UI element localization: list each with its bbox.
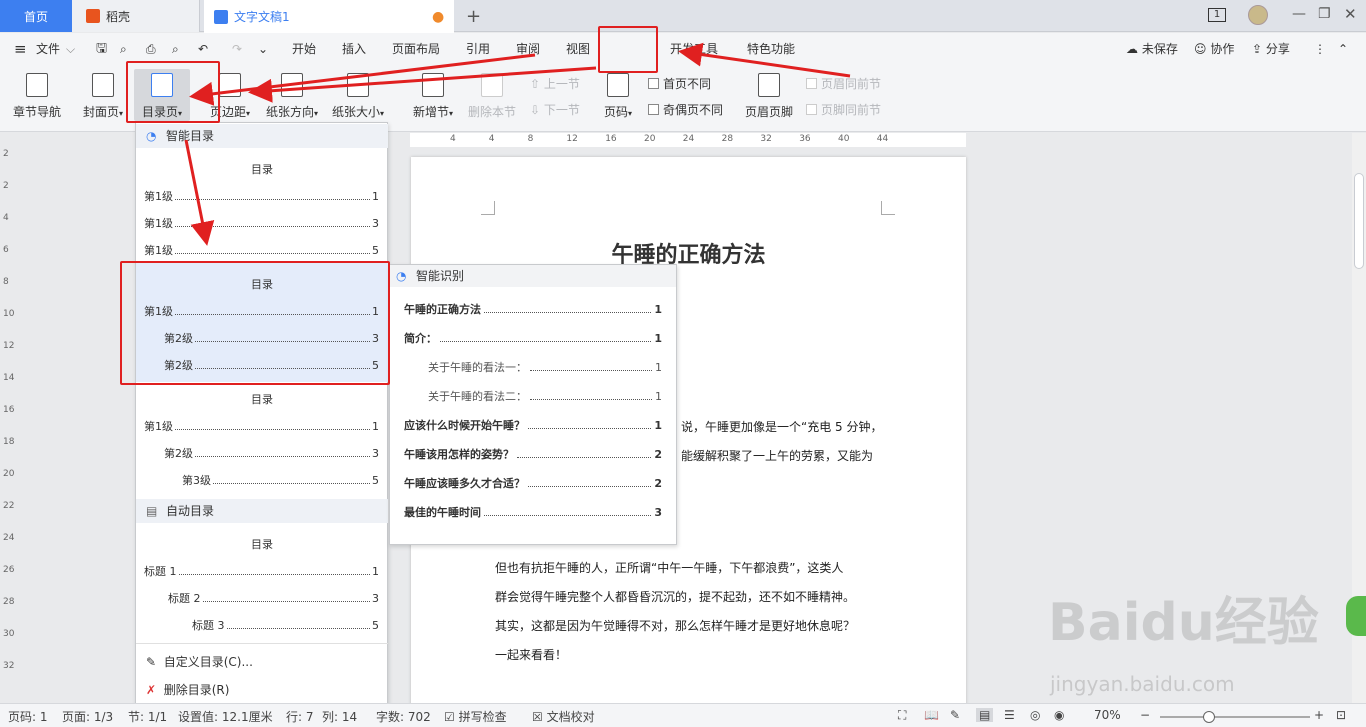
page-view-icon[interactable]: ▤: [976, 708, 994, 722]
status-col: 列: 14: [322, 710, 358, 724]
outline-icon[interactable]: ☰: [1004, 708, 1015, 722]
proofread-label: 文档校对: [546, 710, 595, 724]
arrow-to-style: [184, 139, 215, 246]
status-setting: 设置值: 12.1厘米: [178, 710, 273, 724]
fullscreen-icon[interactable]: ⛶: [898, 708, 906, 723]
status-bar: 页码: 1 页面: 1/3 节: 1/1 设置值: 12.1厘米 行: 7 列:…: [0, 703, 1366, 727]
spell-check-label: 拼写检查: [458, 710, 507, 724]
status-row: 行: 7: [286, 710, 314, 724]
arrow-to-margin: [248, 66, 597, 103]
zoom-slider-track[interactable]: [1160, 716, 1310, 718]
spell-check-icon: ☑: [444, 710, 455, 724]
proofread-button[interactable]: ☒ 文档校对: [532, 708, 595, 725]
zoom-in-button[interactable]: +: [1314, 708, 1324, 722]
zoom-out-button[interactable]: −: [1140, 708, 1150, 722]
write-mode-icon[interactable]: ✎: [950, 708, 960, 722]
status-pages: 页面: 1/3: [62, 710, 114, 724]
annotation-arrows: [184, 42, 851, 246]
spell-check-button[interactable]: ☑ 拼写检查: [444, 708, 507, 725]
status-page: 页码: 1: [8, 710, 48, 724]
read-mode-icon[interactable]: 📖: [924, 708, 939, 722]
fit-window-icon[interactable]: ⊡: [1336, 708, 1346, 722]
zoom-slider-thumb[interactable]: [1203, 711, 1215, 723]
web-view-icon[interactable]: ◎: [1030, 708, 1040, 722]
status-section: 节: 1/1: [128, 710, 168, 724]
eye-protect-icon[interactable]: ◉: [1054, 708, 1064, 722]
arrow-to-chapter: [678, 42, 851, 78]
zoom-level[interactable]: 70%: [1094, 708, 1121, 722]
proofread-icon: ☒: [532, 710, 543, 724]
status-words: 字数: 702: [376, 710, 431, 724]
